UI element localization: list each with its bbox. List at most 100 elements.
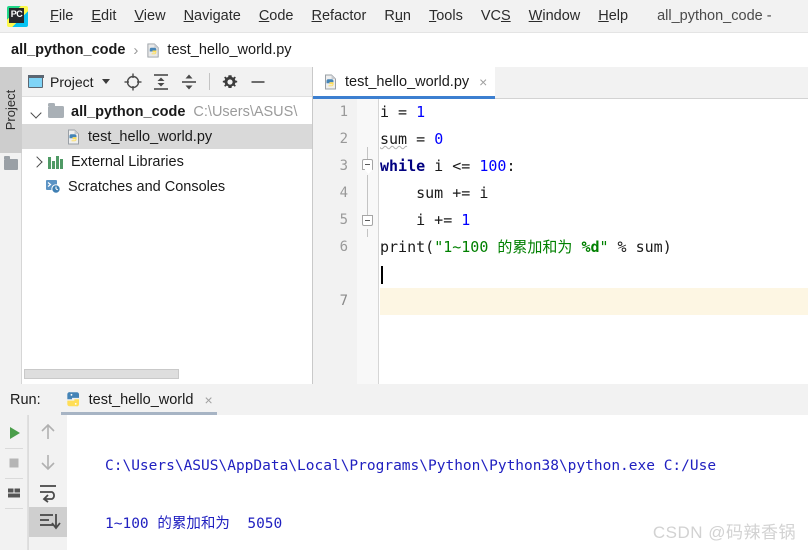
run-tab-label: test_hello_world	[88, 391, 194, 408]
tree-label: test_hello_world.py	[88, 128, 213, 145]
menu-item-tools[interactable]: Tools	[420, 5, 472, 27]
breadcrumb: all_python_code › test_hello_world.py	[0, 33, 808, 67]
pycharm-logo-text: PC	[9, 7, 24, 23]
fold-line	[367, 147, 368, 159]
menu-item-file[interactable]: File	[41, 5, 82, 27]
python-file-icon	[66, 129, 82, 145]
code-line-2[interactable]: sum = 0	[380, 126, 808, 153]
window-title: all_python_code -	[657, 8, 772, 24]
editor-tab-test-hello-world[interactable]: test_hello_world.py ×	[313, 67, 496, 99]
code-line-5[interactable]: i += 1	[380, 207, 808, 234]
down-arrow-icon[interactable]	[29, 447, 67, 477]
menu-item-help[interactable]: Help	[589, 5, 637, 27]
breadcrumb-project[interactable]: all_python_code	[11, 42, 125, 58]
menu-bar: PC File Edit View Navigate Code Refactor…	[0, 0, 808, 33]
python-file-icon	[323, 74, 339, 90]
menu-item-code[interactable]: Code	[250, 5, 303, 27]
watermark: CSDN @码辣香锅	[652, 523, 796, 542]
layout-icon[interactable]	[0, 479, 28, 507]
fold-marker-expanded[interactable]	[362, 159, 373, 170]
project-panel: Project all_python_code C:\Users\ASUS\ t…	[22, 67, 313, 384]
toolbar-separator	[208, 73, 210, 90]
project-tree: all_python_code C:\Users\ASUS\ test_hell…	[22, 97, 312, 199]
line-number: 1	[339, 104, 348, 120]
left-tool-strip: Project	[0, 67, 22, 384]
code-line-1[interactable]: i = 1	[380, 99, 808, 126]
tree-detail: C:\Users\ASUS\	[193, 103, 298, 120]
scrollbar-thumb[interactable]	[24, 369, 179, 379]
breadcrumb-file[interactable]: test_hello_world.py	[167, 42, 291, 58]
tree-label: Scratches and Consoles	[68, 178, 226, 195]
text-caret	[381, 266, 383, 284]
run-panel-label: Run:	[10, 391, 41, 408]
line-number: 2	[339, 131, 348, 147]
code-line-4[interactable]: sum += i	[380, 180, 808, 207]
project-horizontal-scrollbar[interactable]	[24, 368, 309, 380]
line-number: 5	[339, 212, 348, 228]
tree-row-all-python-code[interactable]: all_python_code C:\Users\ASUS\	[22, 99, 312, 124]
tree-row-external-libraries[interactable]: External Libraries	[22, 149, 312, 174]
run-toolbar-right	[29, 415, 67, 550]
python-icon	[65, 391, 82, 408]
locate-icon[interactable]	[122, 71, 144, 93]
soft-wrap-icon[interactable]	[29, 477, 67, 507]
line-number: 6	[339, 239, 348, 255]
run-tab-test-hello-world[interactable]: test_hello_world ×	[60, 384, 217, 415]
editor-tab-label: test_hello_world.py	[345, 73, 470, 90]
menu-item-refactor[interactable]: Refactor	[303, 5, 376, 27]
editor-fold-column[interactable]	[357, 99, 379, 384]
editor-tab-strip-filler	[495, 67, 808, 99]
toolbar-divider	[5, 508, 23, 509]
scratches-icon	[45, 179, 61, 194]
editor-gutter[interactable]: 1 2 3 4 5 6 7	[313, 99, 357, 384]
line-number: 3	[339, 158, 348, 174]
editor-area: test_hello_world.py × 1 2 3 4 5 6 7 i = …	[313, 67, 808, 384]
fold-marker-end[interactable]	[362, 215, 373, 226]
breadcrumb-separator-icon: ›	[133, 41, 139, 59]
code-line-6[interactable]: print("1~100 的累加和为 %d" % sum)	[380, 234, 808, 261]
console-line: C:\Users\ASUS\AppData\Local\Programs\Pyt…	[105, 458, 717, 474]
menu-item-edit[interactable]: Edit	[82, 5, 125, 27]
fold-line	[367, 229, 368, 237]
tree-label: External Libraries	[71, 153, 184, 170]
chevron-down-icon[interactable]	[101, 79, 110, 84]
code-line-7[interactable]	[380, 261, 808, 288]
run-panel-header: Run: test_hello_world ×	[0, 384, 808, 415]
pycharm-logo-icon: PC	[7, 5, 28, 27]
chevron-right-icon[interactable]	[30, 155, 43, 168]
tree-label: all_python_code	[71, 103, 186, 120]
project-toolbar: Project	[22, 67, 312, 97]
libraries-icon	[48, 155, 64, 169]
menu-item-run[interactable]: Run	[375, 5, 420, 27]
breadcrumb-file-icon	[146, 42, 161, 58]
run-icon[interactable]	[0, 419, 28, 447]
folder-icon	[48, 102, 64, 118]
code-editor[interactable]: 1 2 3 4 5 6 7 i = 1 sum = 0 while i <= 1…	[313, 99, 808, 384]
minimize-icon[interactable]	[247, 71, 269, 93]
tree-row-scratches-and-consoles[interactable]: Scratches and Consoles	[22, 174, 312, 199]
stop-icon[interactable]	[0, 449, 28, 477]
scroll-to-end-icon[interactable]	[29, 507, 67, 537]
fold-line	[367, 175, 368, 215]
chevron-down-icon[interactable]	[30, 105, 43, 118]
expand-all-icon[interactable]	[150, 71, 172, 93]
tool-tab-project-label: Project	[3, 89, 18, 131]
tree-row-test-hello-world[interactable]: test_hello_world.py	[22, 124, 312, 149]
menu-item-view[interactable]: View	[125, 5, 174, 27]
tool-tab-project[interactable]: Project	[0, 67, 22, 153]
line-number: 4	[339, 185, 348, 201]
close-icon[interactable]: ×	[204, 393, 212, 407]
gear-icon[interactable]	[219, 71, 241, 93]
menu-item-vcs[interactable]: VCS	[472, 5, 520, 27]
project-view-icon	[27, 74, 44, 88]
up-arrow-icon[interactable]	[29, 417, 67, 447]
editor-tab-strip: test_hello_world.py ×	[313, 67, 808, 99]
close-icon[interactable]: ×	[479, 75, 487, 89]
code-lines[interactable]: i = 1 sum = 0 while i <= 100: sum += i i…	[380, 99, 808, 384]
menu-item-window[interactable]: Window	[520, 5, 590, 27]
pycharm-window: PC File Edit View Navigate Code Refactor…	[0, 0, 808, 550]
project-toolbar-title: Project	[50, 73, 94, 90]
collapse-all-icon[interactable]	[178, 71, 200, 93]
menu-item-navigate[interactable]: Navigate	[175, 5, 250, 27]
code-line-3[interactable]: while i <= 100:	[380, 153, 808, 180]
